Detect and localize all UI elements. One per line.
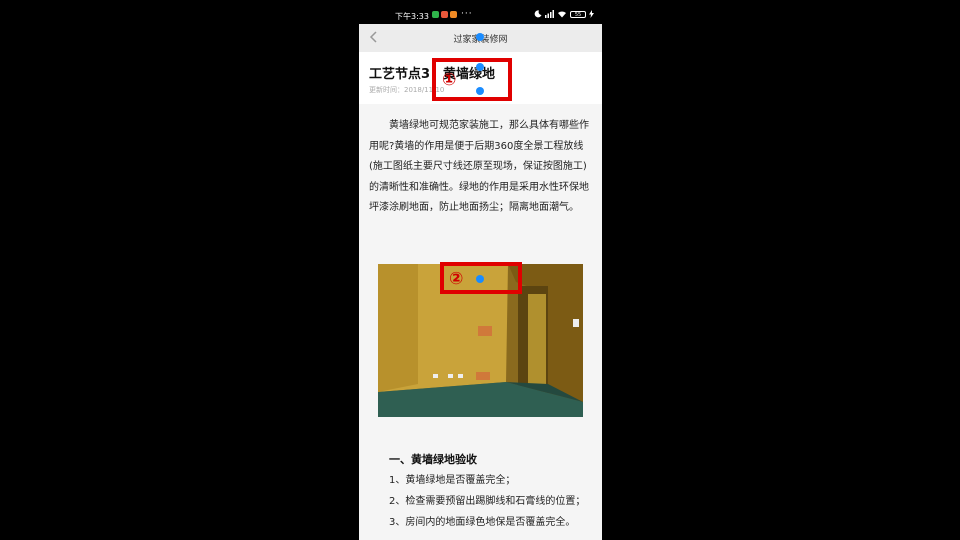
- annotation-label-1: ①: [442, 70, 457, 90]
- wifi-icon: [558, 11, 566, 18]
- battery-icon: 55: [570, 10, 586, 18]
- list-item: 1、黄墙绿地是否覆盖完全；: [389, 475, 516, 486]
- app-notification-icon: [441, 11, 448, 18]
- touch-point-marker: [476, 63, 484, 71]
- annotation-label-2: ②: [449, 269, 464, 289]
- moon-icon: [534, 10, 542, 18]
- more-notifications-icon: ···: [461, 9, 473, 19]
- touch-point-marker: [476, 33, 484, 41]
- notification-icons: [432, 11, 457, 18]
- charging-icon: [589, 10, 594, 18]
- checklist: 1、黄墙绿地是否覆盖完全； 2、检查需要预留出踢脚线和石膏线的位置； 3、房间内…: [389, 470, 599, 533]
- signal-icon: [545, 10, 554, 18]
- section-title: 一、黄墙绿地验收: [389, 453, 477, 466]
- status-time: 下午3:33: [395, 12, 429, 21]
- app-notification-icon: [432, 11, 439, 18]
- system-status-icons: 55: [534, 10, 594, 18]
- touch-point-marker: [476, 275, 484, 283]
- list-item: 3、房间内的地面绿色地保是否覆盖完全。: [389, 517, 576, 528]
- annotation-box-1: ①: [432, 58, 512, 101]
- status-bar: 下午3:33 ··· 55: [359, 0, 602, 24]
- article-body: 黄墙绿地可规范家装施工，那么具体有哪些作用呢?黄墙的作用是便于后期360度全景工…: [369, 120, 589, 213]
- app-notification-icon: [450, 11, 457, 18]
- list-item: 2、检查需要预留出踢脚线和石膏线的位置；: [389, 496, 586, 507]
- touch-point-marker: [476, 87, 484, 95]
